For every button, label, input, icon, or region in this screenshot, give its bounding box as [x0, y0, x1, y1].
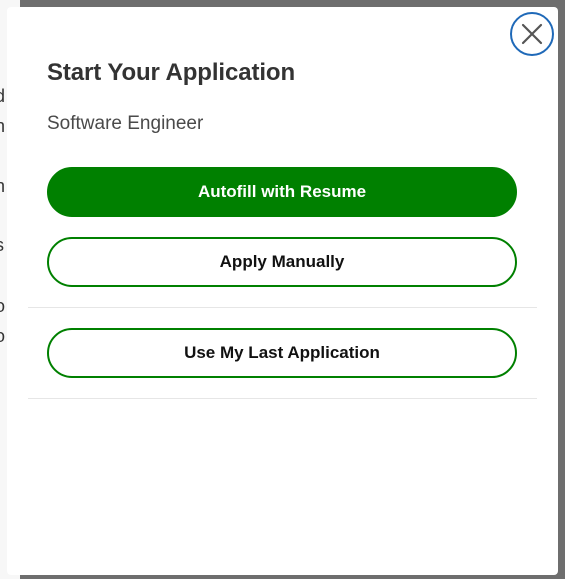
close-icon	[521, 23, 543, 45]
close-button[interactable]	[510, 12, 554, 56]
modal-title: Start Your Application	[47, 59, 296, 86]
start-application-modal: Start Your Application Software Engineer…	[7, 7, 558, 575]
divider	[28, 398, 537, 399]
job-title: Software Engineer	[47, 113, 204, 134]
divider	[28, 307, 537, 308]
use-last-application-button[interactable]: Use My Last Application	[47, 328, 517, 378]
autofill-with-resume-button[interactable]: Autofill with Resume	[47, 167, 517, 217]
button-label: Use My Last Application	[184, 343, 380, 362]
apply-manually-button[interactable]: Apply Manually	[47, 237, 517, 287]
button-label: Autofill with Resume	[197, 182, 367, 201]
button-label: Apply Manually	[219, 252, 345, 271]
